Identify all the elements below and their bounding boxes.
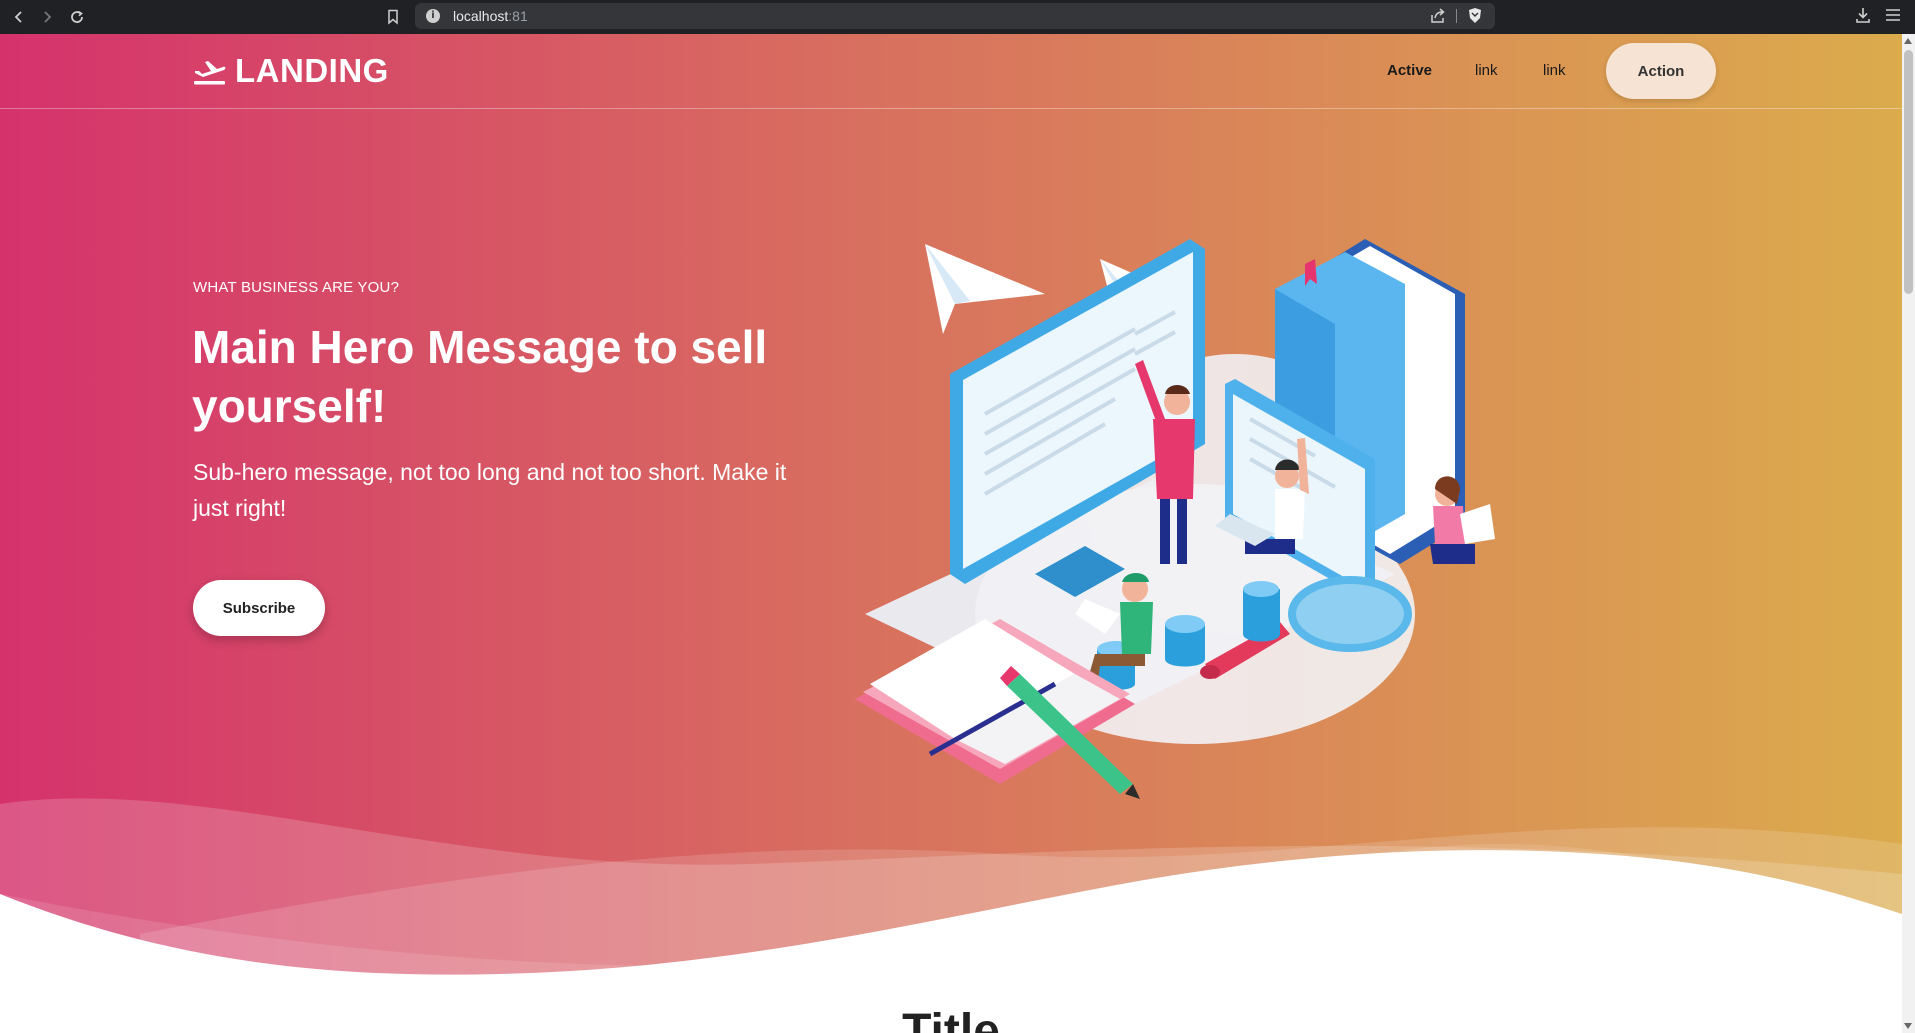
shields-button[interactable] [1467,7,1483,25]
toolbar-separator [1456,9,1457,23]
hero-eyebrow: WHAT BUSINESS ARE YOU? [193,279,400,296]
brand-logo[interactable]: LANDING [193,52,389,90]
nav-link-active[interactable]: Active [1387,62,1432,79]
hamburger-menu-icon [1886,9,1900,21]
airplane-icon [194,61,226,85]
bookmark-button[interactable] [382,6,404,28]
address-bar[interactable]: i localhost:81 [415,3,1495,29]
download-icon [1856,8,1870,23]
subscribe-button[interactable]: Subscribe [193,580,325,636]
back-button[interactable] [8,6,30,28]
page-scrollbar[interactable] [1902,34,1915,1033]
browser-toolbar: i localhost:81 [0,0,1915,34]
shield-icon [1469,8,1481,23]
scroll-down-arrow-icon[interactable] [1904,1023,1912,1029]
share-icon [1431,8,1445,23]
top-navigation: LANDING Active link link Action [0,34,1902,109]
hero-subtitle: Sub-hero message, not too long and not t… [193,459,787,521]
hero-title: Main Hero Message to sell yourself! [192,321,768,432]
forward-button[interactable] [36,6,58,28]
hero-illustration [855,239,1495,799]
back-arrow-icon [14,11,22,23]
share-button[interactable] [1429,7,1447,25]
reload-button[interactable] [66,6,88,28]
action-button[interactable]: Action [1606,43,1716,99]
brand-name: LANDING [235,52,389,89]
downloads-button[interactable] [1854,6,1872,24]
site-info-icon[interactable]: i [426,9,440,23]
forward-arrow-icon [44,11,52,23]
landing-page: LANDING Active link link Action WHAT BUS… [0,34,1902,1033]
section-title: Title [902,1005,1000,1033]
scrollbar-thumb[interactable] [1904,50,1913,294]
menu-button[interactable] [1884,6,1902,24]
nav-link-2[interactable]: link [1543,62,1566,79]
bookmark-icon [388,9,398,25]
scroll-up-arrow-icon[interactable] [1904,38,1912,44]
reload-icon [71,10,83,23]
nav-link-1[interactable]: link [1475,62,1498,79]
url-text: localhost:81 [453,8,528,24]
